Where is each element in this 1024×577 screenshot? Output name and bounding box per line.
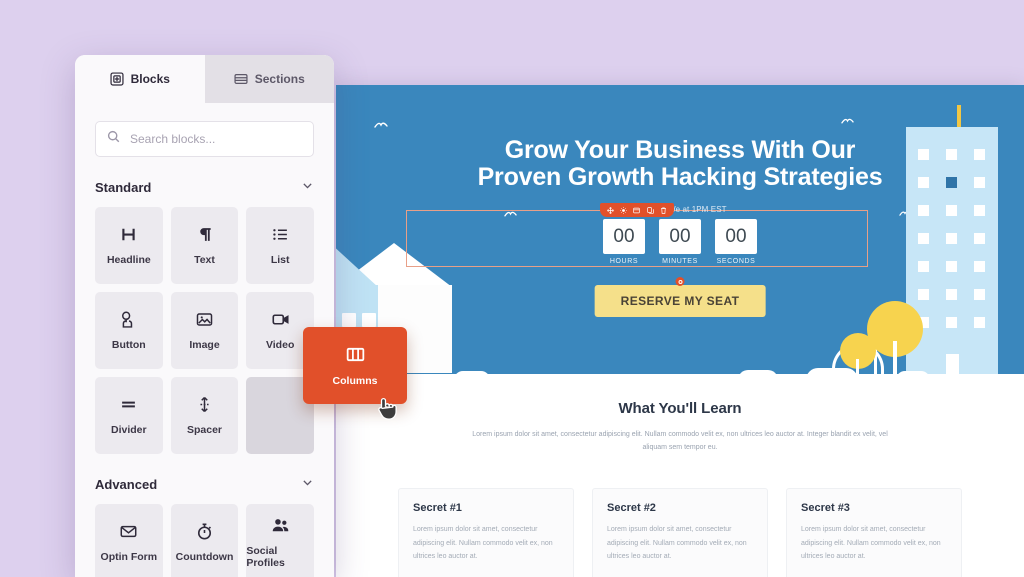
hero-section[interactable]: Grow Your Business With Our Proven Growt…: [336, 85, 1024, 380]
section-heading: What You'll Learn: [618, 400, 742, 417]
block-item-countdown[interactable]: Countdown: [170, 504, 239, 577]
settings-icon[interactable]: [620, 206, 628, 214]
save-template-icon[interactable]: [633, 207, 641, 214]
search-icon: [107, 130, 120, 148]
group-header-standard[interactable]: Standard: [95, 179, 314, 195]
element-toolbar[interactable]: [600, 203, 674, 217]
block-item-image[interactable]: Image: [170, 292, 239, 369]
headline-icon: [120, 226, 137, 243]
stopwatch-icon: [196, 522, 213, 540]
block-item-divider[interactable]: Divider: [95, 377, 163, 454]
sections-icon: [234, 72, 248, 86]
group-title-standard: Standard: [95, 179, 152, 195]
secret-card-body: Lorem ipsum dolor sit amet, consectetur …: [413, 526, 553, 561]
hero-headline-line2: Proven Growth Hacking Strategies: [477, 162, 883, 191]
blocks-panel: Blocks Sections Standard: [75, 55, 334, 577]
group-title-advanced: Advanced: [95, 476, 158, 492]
block-item-social-profiles[interactable]: Social Profiles: [246, 504, 314, 577]
secret-card-body: Lorem ipsum dolor sit amet, consectetur …: [801, 526, 941, 561]
paragraph-icon: [196, 226, 213, 243]
ground-strip: [336, 374, 1024, 380]
block-label: Social Profiles: [246, 544, 285, 569]
tab-sections-label: Sections: [254, 72, 305, 86]
countdown-value: 00: [715, 219, 757, 254]
search-blocks-field[interactable]: [95, 121, 314, 157]
spacer-icon: [196, 396, 213, 413]
secret-card[interactable]: Secret #3 Lorem ipsum dolor sit amet, co…: [786, 488, 962, 577]
divider-icon: [120, 396, 137, 413]
secret-card-body: Lorem ipsum dolor sit amet, consectetur …: [607, 526, 747, 561]
block-label: Divider: [111, 423, 147, 436]
antenna-illustration: [957, 105, 961, 129]
add-block-marker[interactable]: [675, 277, 685, 286]
app-root: Grow Your Business With Our Proven Growt…: [0, 0, 1024, 577]
block-label: Countdown: [175, 550, 234, 563]
tab-blocks[interactable]: Blocks: [75, 55, 205, 103]
panel-tabs: Blocks Sections: [75, 55, 334, 103]
countdown-widget[interactable]: 00 HOURS 00 MINUTES 00 SECONDS: [336, 219, 1024, 265]
chevron-down-icon[interactable]: [301, 476, 314, 492]
block-label: Text: [194, 253, 215, 266]
countdown-value: 00: [659, 219, 701, 254]
block-label: Headline: [106, 253, 151, 266]
block-item-headline[interactable]: Headline: [95, 207, 163, 284]
columns-icon: [346, 345, 365, 364]
block-label: Optin Form: [100, 550, 158, 563]
delete-icon[interactable]: [660, 207, 667, 214]
countdown-unit: 00 MINUTES: [659, 219, 701, 265]
button-icon: [120, 311, 137, 328]
what-you-learn-section[interactable]: What You'll Learn Lorem ipsum dolor sit …: [336, 380, 1024, 577]
reserve-seat-button[interactable]: RESERVE MY SEAT: [594, 285, 766, 317]
block-label: Spacer: [186, 423, 222, 436]
countdown-label: SECONDS: [716, 258, 756, 265]
move-icon[interactable]: [607, 206, 614, 214]
bird-icon: [374, 121, 388, 129]
list-icon: [272, 226, 289, 243]
hero-subtitle[interactable]: Join Us - We at 1PM EST: [336, 205, 1024, 214]
video-icon: [272, 311, 289, 328]
tab-blocks-label: Blocks: [130, 72, 170, 86]
drag-ghost-label: Columns: [332, 374, 378, 387]
block-item-button[interactable]: Button: [95, 292, 163, 369]
block-label: Video: [265, 338, 295, 351]
block-item-optin-form[interactable]: Optin Form: [95, 504, 163, 577]
section-lead-text: Lorem ipsum dolor sit amet, consectetur …: [472, 431, 888, 451]
standard-blocks-grid: Headline Text List Button Image Video Di…: [95, 207, 314, 454]
countdown-unit: 00 HOURS: [603, 219, 645, 265]
hero-headline[interactable]: Grow Your Business With Our Proven Growt…: [336, 137, 1024, 190]
countdown-label: HOURS: [609, 258, 639, 265]
secret-card[interactable]: Secret #2 Lorem ipsum dolor sit amet, co…: [592, 488, 768, 577]
countdown-unit: 00 SECONDS: [715, 219, 757, 265]
group-header-advanced[interactable]: Advanced: [95, 476, 314, 492]
block-item-spacer[interactable]: Spacer: [170, 377, 239, 454]
bird-icon: [841, 117, 854, 125]
chevron-down-icon[interactable]: [301, 179, 314, 195]
countdown-label: MINUTES: [662, 258, 698, 265]
envelope-icon: [120, 523, 137, 540]
block-item-text[interactable]: Text: [170, 207, 239, 284]
blocks-icon: [110, 72, 124, 86]
secret-card-title: Secret #1: [413, 502, 462, 514]
block-item-list[interactable]: List: [246, 207, 314, 284]
secret-card-title: Secret #2: [607, 502, 656, 514]
hero-headline-line1: Grow Your Business With Our: [504, 136, 856, 164]
pointing-hand-cursor: [375, 396, 397, 427]
secret-cards: Secret #1 Lorem ipsum dolor sit amet, co…: [398, 488, 962, 577]
page-preview-canvas[interactable]: Grow Your Business With Our Proven Growt…: [336, 85, 1024, 577]
search-input[interactable]: [128, 131, 302, 147]
secret-card[interactable]: Secret #1 Lorem ipsum dolor sit amet, co…: [398, 488, 574, 577]
countdown-value: 00: [603, 219, 645, 254]
duplicate-icon[interactable]: [646, 206, 654, 214]
advanced-blocks-grid: Optin Form Countdown Social Profiles: [95, 504, 314, 577]
block-label: Image: [189, 338, 220, 351]
block-label: Button: [111, 338, 146, 351]
image-icon: [196, 311, 213, 328]
drag-ghost-columns[interactable]: Columns: [303, 327, 407, 404]
people-icon: [272, 517, 289, 534]
tab-sections[interactable]: Sections: [204, 55, 334, 103]
block-label: List: [270, 253, 290, 266]
secret-card-title: Secret #3: [801, 502, 850, 514]
